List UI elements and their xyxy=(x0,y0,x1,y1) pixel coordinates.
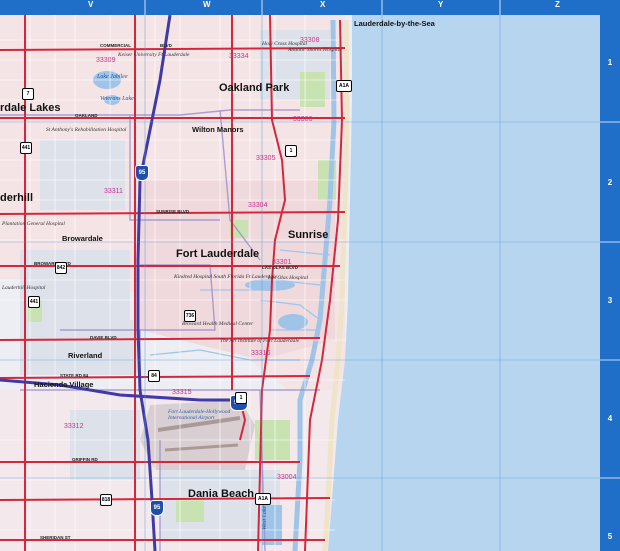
poi-kindred: Kindred Hospital South Florida Ft Lauder… xyxy=(174,274,278,280)
street-commercial: COMMERCIAL xyxy=(100,43,131,48)
a1a-shield-north: A1A xyxy=(336,80,352,92)
label-lauderdale-by-the-sea: Lauderdale-by-the-Sea xyxy=(354,19,435,28)
poi-broward-health: Broward Health Medical Center xyxy=(182,321,254,327)
label-wilton-manors: Wilton Manors xyxy=(192,125,244,134)
street-blvd: BLVD xyxy=(160,43,172,48)
route-818-shield: 818 xyxy=(100,494,112,506)
fort-lauderdale-core xyxy=(140,180,335,360)
label-dania-beach: Dania Beach xyxy=(188,488,255,500)
label-lauderdale-lakes: rdale Lakes xyxy=(0,102,61,114)
grid-row-2: 2 xyxy=(607,178,613,187)
zip-33334: 33334 xyxy=(229,53,249,60)
label-lauderhill: derhill xyxy=(0,192,34,204)
street-las-olas: LAS OLAS BLVD xyxy=(262,265,298,270)
us1-shield-north: 1 xyxy=(285,145,297,157)
street-griffin: GRIFFIN RD xyxy=(72,457,98,462)
grid-col-v: V xyxy=(88,0,94,9)
zip-33309: 33309 xyxy=(96,57,116,64)
zip-33304: 33304 xyxy=(248,202,268,209)
grid-row-1: 1 xyxy=(607,58,613,67)
right-border xyxy=(600,0,620,551)
poi-lauderhill-hospital: Lauderhill Hospital xyxy=(2,285,46,291)
poi-plantation-general: Plantation General Hospital xyxy=(2,221,65,227)
street-sunrise-blvd: SUNRISE BLVD xyxy=(156,209,190,214)
label-west-lake: West Lake xyxy=(262,505,268,530)
label-veterans-lake: Veterans Lake xyxy=(100,96,134,102)
zip-33306: 33306 xyxy=(293,116,313,123)
grid-row-5: 5 xyxy=(607,532,613,541)
grid-col-z: Z xyxy=(555,0,560,9)
label-hacienda-village: Hacienda Village xyxy=(34,380,94,389)
grid-row-4: 4 xyxy=(607,414,613,423)
map-canvas xyxy=(0,0,620,551)
label-browardale: Browardale xyxy=(62,234,103,243)
us1-shield-south: 1 xyxy=(235,392,247,404)
grid-row-3: 3 xyxy=(607,296,613,305)
interstate-95-shield-north: 95 xyxy=(135,165,149,181)
zip-33312: 33312 xyxy=(64,423,84,430)
poi-las-olas: Las Olas Hospital xyxy=(268,275,309,281)
grid-col-w: W xyxy=(203,0,211,9)
route-736-shield: 736 xyxy=(184,310,196,322)
route-84-shield: 84 xyxy=(148,370,160,382)
label-oakland-park: Oakland Park xyxy=(219,82,290,94)
route-441-shield-south: 441 xyxy=(28,296,40,308)
zip-33311: 33311 xyxy=(104,188,123,195)
street-oakland: OAKLAND xyxy=(75,113,98,118)
ocean xyxy=(328,15,600,551)
label-fort-lauderdale: Fort Lauderdale xyxy=(176,248,260,260)
poi-airport: Fort Lauderdale-Hollywood International … xyxy=(168,409,231,421)
poi-st-anthony: St Anthony's Rehabilitation Hospital xyxy=(46,127,127,133)
grid-col-y: Y xyxy=(438,0,444,9)
interstate-95-shield-south: 95 xyxy=(150,500,164,516)
a1a-shield-south: A1A xyxy=(255,493,271,505)
label-sunrise: Sunrise xyxy=(288,229,329,241)
label-riverland: Riverland xyxy=(68,351,103,360)
map-frame: V W X Y Z 1 2 3 4 5 Oakland Park Wilton … xyxy=(0,0,620,551)
poi-art-institute: The Art Institute of Fort Lauderdale xyxy=(220,338,300,344)
street-davie: DAVIE BLVD xyxy=(90,335,117,340)
zip-33315: 33315 xyxy=(172,389,192,396)
label-lake-jabilee: Lake Jabilee xyxy=(97,74,128,80)
zip-33004: 33004 xyxy=(277,474,297,481)
street-state-rd-84: STATE RD 84 xyxy=(60,373,89,378)
route-7-shield: 7 xyxy=(22,88,34,100)
route-842-shield: 842 xyxy=(55,262,67,274)
street-sheridan: SHERIDAN ST xyxy=(40,535,71,540)
route-441-shield-north: 441 xyxy=(20,142,32,154)
poi-atlantic-shores: Atlantic Shores Hospital xyxy=(288,47,342,53)
poi-keiser: Keiser University Ft Lauderdale xyxy=(118,52,190,58)
zip-33305: 33305 xyxy=(256,155,276,162)
zip-33316: 33316 xyxy=(251,350,271,357)
grid-col-x: X xyxy=(320,0,326,9)
